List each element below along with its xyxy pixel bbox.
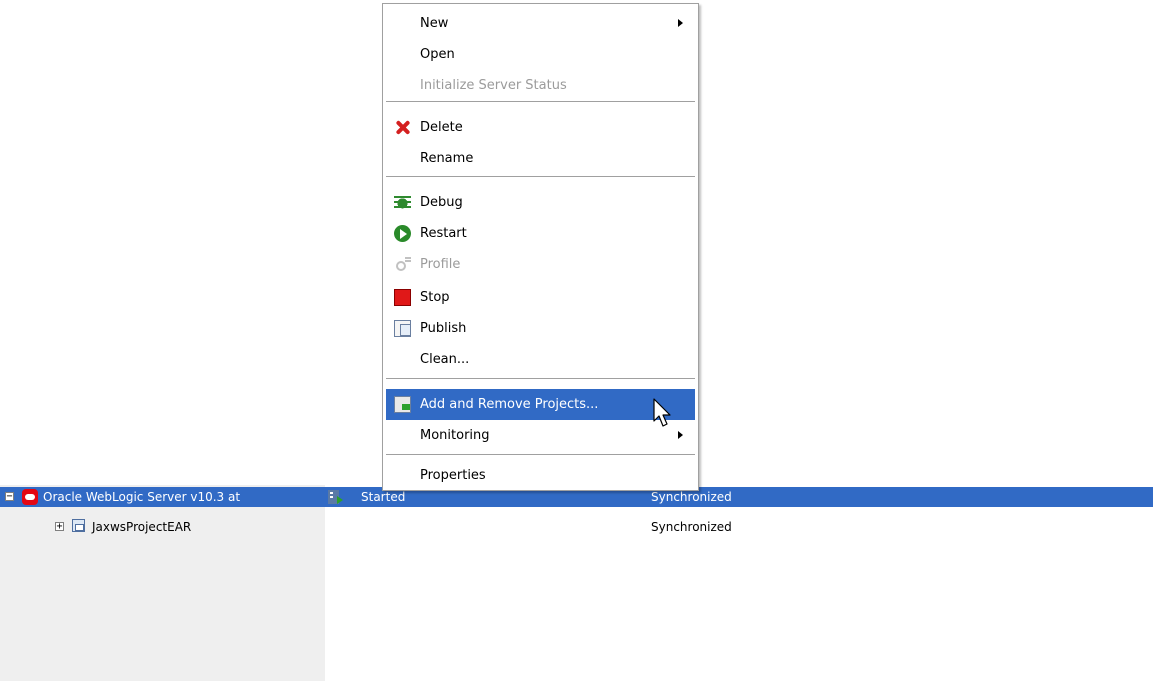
- menu-item-initialize-server-status-label: Initialize Server Status: [420, 78, 567, 93]
- mouse-pointer-icon: [653, 398, 671, 427]
- menu-separator: [386, 454, 695, 456]
- menu-item-monitoring-label: Monitoring: [420, 428, 490, 443]
- menu-item-restart[interactable]: Restart: [386, 218, 695, 249]
- menu-item-monitoring[interactable]: Monitoring: [386, 420, 695, 451]
- delete-icon: [394, 119, 411, 136]
- server-started-icon: [328, 490, 343, 504]
- submenu-arrow-icon: [678, 19, 683, 27]
- publish-icon: [394, 320, 411, 337]
- expand-icon[interactable]: +: [55, 522, 64, 532]
- menu-item-properties[interactable]: Properties: [386, 462, 695, 490]
- menu-item-publish-label: Publish: [420, 321, 467, 336]
- menu-item-debug-label: Debug: [420, 195, 463, 210]
- project-row[interactable]: + JaxwsProjectEAR Synchronized: [0, 517, 1153, 537]
- menu-item-debug[interactable]: Debug: [386, 187, 695, 218]
- stop-icon: [394, 289, 411, 306]
- menu-item-add-and-remove-projects[interactable]: Add and Remove Projects...: [386, 389, 695, 420]
- restart-icon: [394, 225, 411, 242]
- debug-icon: [394, 194, 411, 211]
- server-name: Oracle WebLogic Server v10.3 at: [43, 490, 241, 504]
- menu-item-delete-label: Delete: [420, 120, 463, 135]
- project-sync-status: Synchronized: [651, 520, 732, 534]
- menu-item-new[interactable]: New: [386, 8, 695, 39]
- menu-item-initialize-server-status[interactable]: Initialize Server Status: [386, 70, 695, 101]
- menu-item-rename-label: Rename: [420, 151, 474, 166]
- menu-item-clean[interactable]: Clean...: [386, 344, 695, 375]
- menu-separator: [386, 176, 695, 178]
- tree-gutter: [0, 485, 325, 681]
- menu-item-publish[interactable]: Publish: [386, 313, 695, 344]
- menu-item-add-and-remove-projects-label: Add and Remove Projects...: [420, 397, 599, 412]
- menu-item-stop[interactable]: Stop: [386, 282, 695, 313]
- oracle-server-icon: [22, 489, 38, 505]
- collapse-icon[interactable]: −: [5, 492, 14, 502]
- ear-project-icon: [72, 519, 85, 532]
- menu-item-restart-label: Restart: [420, 226, 467, 241]
- menu-item-profile[interactable]: Profile: [386, 249, 695, 280]
- menu-separator: [386, 101, 695, 103]
- menu-item-stop-label: Stop: [420, 290, 450, 305]
- add-remove-projects-icon: [394, 396, 411, 413]
- menu-item-delete[interactable]: Delete: [386, 112, 695, 143]
- menu-item-new-label: New: [420, 16, 449, 31]
- menu-item-profile-label: Profile: [420, 257, 461, 272]
- project-name: JaxwsProjectEAR: [92, 520, 192, 534]
- menu-item-open[interactable]: Open: [386, 39, 695, 70]
- context-menu: New Open Initialize Server Status Delete…: [382, 3, 699, 491]
- profile-icon: [394, 256, 411, 273]
- menu-item-rename[interactable]: Rename: [386, 143, 695, 174]
- menu-item-open-label: Open: [420, 47, 455, 62]
- menu-item-clean-label: Clean...: [420, 352, 470, 367]
- menu-separator: [386, 378, 695, 380]
- submenu-arrow-icon: [678, 431, 683, 439]
- menu-item-properties-label: Properties: [420, 468, 486, 483]
